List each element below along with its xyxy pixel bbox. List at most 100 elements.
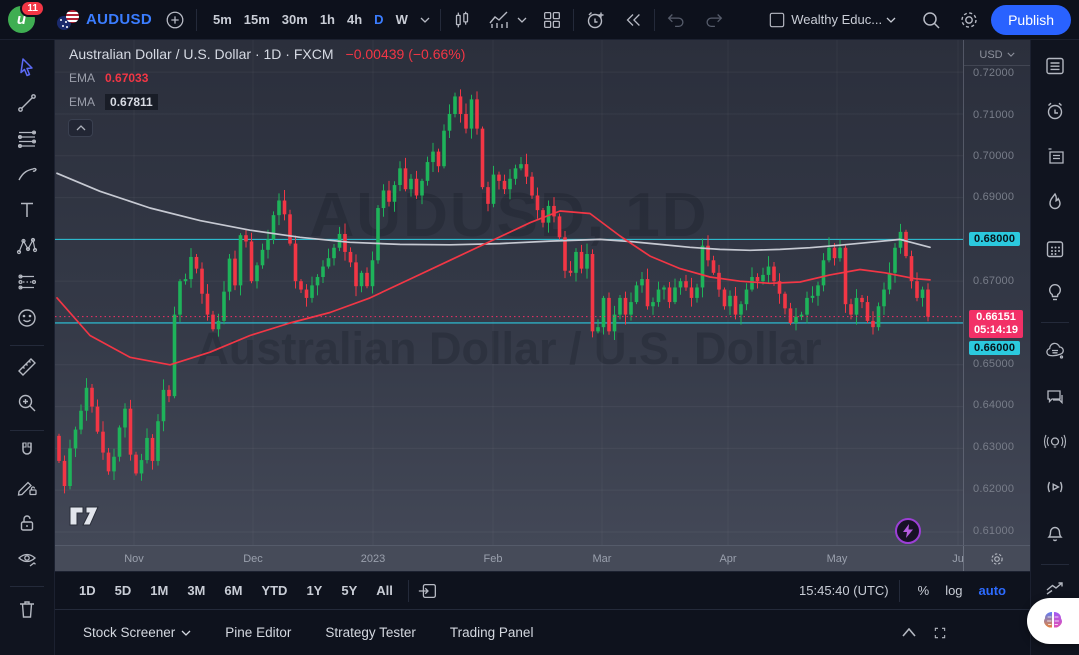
live-ideas-icon[interactable] xyxy=(1039,427,1071,457)
axis-settings-button[interactable] xyxy=(963,546,1030,571)
time-axis[interactable]: NovDec2023FebMarAprMayJu xyxy=(55,545,1030,571)
tab-stock-screener[interactable]: Stock Screener xyxy=(71,619,203,646)
text-tool-icon[interactable] xyxy=(10,195,44,225)
zoom-in-tool-icon[interactable] xyxy=(10,388,44,418)
tab-strategy-tester[interactable]: Strategy Tester xyxy=(313,619,428,646)
alerts-icon[interactable] xyxy=(1039,96,1071,126)
log-scale-button[interactable]: log xyxy=(937,578,970,603)
range-ytd[interactable]: YTD xyxy=(253,578,295,603)
indicator-row-ema-fast[interactable]: EMA 0.67033 xyxy=(69,69,465,86)
timeframe-30m[interactable]: 30m xyxy=(276,7,314,32)
legend-collapse-button[interactable] xyxy=(68,119,93,137)
publish-button[interactable]: Publish xyxy=(991,5,1071,35)
level-price-label[interactable]: 0.68000 xyxy=(969,232,1020,246)
prediction-tool-icon[interactable] xyxy=(10,267,44,297)
search-icon[interactable] xyxy=(919,8,943,32)
compare-add-icon[interactable] xyxy=(164,9,186,31)
timeframe-w[interactable]: W xyxy=(390,7,414,32)
streams-icon[interactable] xyxy=(1039,472,1071,502)
time-axis-labels[interactable]: NovDec2023FebMarAprMayJu xyxy=(55,546,963,571)
tab-pine-editor[interactable]: Pine Editor xyxy=(213,619,303,646)
tab-trading-panel[interactable]: Trading Panel xyxy=(438,619,546,646)
percent-scale-button[interactable]: % xyxy=(910,578,938,603)
fib-retracement-tool-icon[interactable] xyxy=(10,124,44,154)
cursor-tool-icon[interactable] xyxy=(10,52,44,82)
hide-drawings-icon[interactable] xyxy=(10,544,44,574)
timeframe-1h[interactable]: 1h xyxy=(314,7,341,32)
notes-add-icon[interactable] xyxy=(1039,141,1071,171)
auto-scale-button[interactable]: auto xyxy=(971,578,1014,603)
price-tick: 0.69000 xyxy=(973,191,1014,203)
level-price-label[interactable]: 0.66000 xyxy=(969,341,1020,355)
timeframe-15m[interactable]: 15m xyxy=(238,7,276,32)
price-axis[interactable]: USD 0.66151 05:14:19 0.720000.710000.700… xyxy=(963,40,1030,545)
timeframe-chevron-icon[interactable] xyxy=(420,17,430,23)
time-label-ju: Ju xyxy=(952,553,963,565)
time-label-nov: Nov xyxy=(124,553,144,565)
notifications-bell-icon[interactable] xyxy=(1039,517,1071,547)
range-1d[interactable]: 1D xyxy=(71,578,104,603)
audusd-flag-icon xyxy=(57,10,79,30)
timeframe-4h[interactable]: 4h xyxy=(341,7,368,32)
tab-label: Trading Panel xyxy=(450,625,534,640)
xabcd-pattern-tool-icon[interactable] xyxy=(10,231,44,261)
symbol-name: AUDUSD xyxy=(86,11,152,28)
panel-tabs: Stock Screener Pine Editor Strategy Tester… xyxy=(71,619,545,646)
panel-maximize-icon[interactable] xyxy=(932,625,948,641)
magnet-tool-icon[interactable] xyxy=(10,436,44,466)
emoji-tool-icon[interactable] xyxy=(10,303,44,333)
range-3m[interactable]: 3M xyxy=(179,578,213,603)
alert-add-icon[interactable] xyxy=(584,8,608,32)
minds-icon[interactable] xyxy=(1039,337,1071,367)
tradingview-logo[interactable] xyxy=(69,506,101,531)
ideas-bulb-icon[interactable] xyxy=(1039,277,1071,307)
brush-tool-icon[interactable] xyxy=(10,159,44,189)
price-tick: 0.64000 xyxy=(973,399,1014,411)
measure-ruler-tool-icon[interactable] xyxy=(10,352,44,382)
watchlist-icon[interactable] xyxy=(1039,51,1071,81)
range-1m[interactable]: 1M xyxy=(142,578,176,603)
timeframe-5m[interactable]: 5m xyxy=(207,7,238,32)
chart-style-candles-icon[interactable] xyxy=(451,9,473,31)
separator xyxy=(573,9,574,31)
range-5d[interactable]: 5D xyxy=(107,578,140,603)
range-6m[interactable]: 6M xyxy=(216,578,250,603)
remove-drawings-icon[interactable] xyxy=(10,594,44,624)
range-5y[interactable]: 5Y xyxy=(333,578,365,603)
bar-countdown: 05:14:19 xyxy=(974,324,1018,337)
chart-legend: Australian Dollar / U.S. Dollar · 1D · F… xyxy=(69,46,465,110)
settings-gear-icon[interactable] xyxy=(957,8,981,32)
hotlists-flame-icon[interactable] xyxy=(1039,187,1071,217)
tab-label: Stock Screener xyxy=(83,625,175,640)
symbol-description[interactable]: Australian Dollar / U.S. Dollar · 1D · F… xyxy=(69,46,334,62)
grid-layout-icon[interactable] xyxy=(541,9,563,31)
lock-all-tool-icon[interactable] xyxy=(10,508,44,538)
indicator-row-ema-slow[interactable]: EMA 0.67811 xyxy=(69,93,465,110)
indicators-chevron-icon[interactable] xyxy=(517,17,527,23)
calendar-icon[interactable] xyxy=(1039,234,1071,264)
axis-currency-selector[interactable]: USD xyxy=(964,44,1030,66)
range-all[interactable]: All xyxy=(368,578,401,603)
tab-label: Strategy Tester xyxy=(325,625,416,640)
symbol-search-button[interactable]: AUDUSD xyxy=(51,10,158,30)
trend-line-tool-icon[interactable] xyxy=(10,88,44,118)
redo-icon[interactable] xyxy=(703,9,725,31)
price-chart-svg[interactable] xyxy=(55,40,963,545)
goto-date-icon[interactable] xyxy=(417,580,439,602)
undo-icon[interactable] xyxy=(665,9,687,31)
ai-assistant-brain-button[interactable] xyxy=(1027,598,1079,644)
panel-collapse-icon[interactable] xyxy=(902,628,916,637)
indicators-icon[interactable] xyxy=(487,8,511,32)
right-sidebar xyxy=(1030,40,1079,655)
account-avatar[interactable]: u 11 xyxy=(8,6,35,33)
chart-pane[interactable]: AUDUSD, 1D Australian Dollar / U.S. Doll… xyxy=(55,40,1030,545)
bar-replay-icon[interactable] xyxy=(622,9,644,31)
chat-icon[interactable] xyxy=(1039,382,1071,412)
range-1y[interactable]: 1Y xyxy=(298,578,330,603)
drawing-edit-lock-icon[interactable] xyxy=(10,472,44,502)
layout-menu-button[interactable]: Wealthy Educ... xyxy=(760,5,903,35)
last-price-label: 0.66151 05:14:19 xyxy=(969,310,1023,338)
timeframe-d[interactable]: D xyxy=(368,7,389,32)
instant-trading-bolt-button[interactable] xyxy=(895,518,921,544)
clock[interactable]: 15:45:40 (UTC) xyxy=(799,583,889,598)
